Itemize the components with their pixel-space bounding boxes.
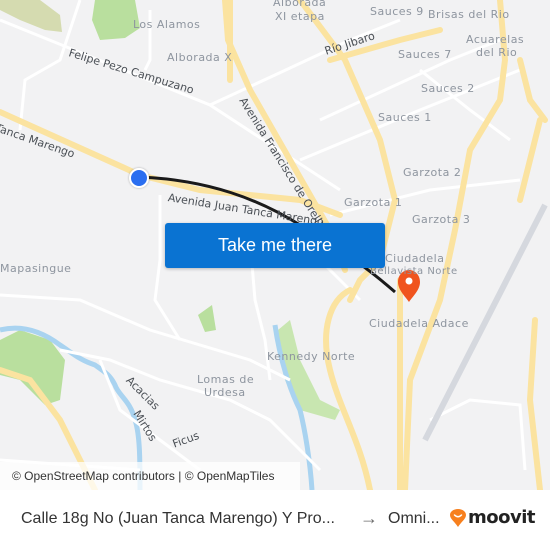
area-label-kennedy-norte: Kennedy Norte bbox=[267, 350, 356, 363]
area-label-brisas-del-rio: Brisas del Rio bbox=[428, 8, 510, 21]
area-label-ciudadela: Ciudadela bbox=[385, 252, 445, 265]
area-label-los-alamos: Los Alamos bbox=[133, 18, 201, 31]
map-view[interactable]: Los Alamos Alborada X Alborada XI etapa … bbox=[0, 0, 550, 490]
area-label-urdesa: Urdesa bbox=[204, 386, 246, 399]
origin-stop-name: Calle 18g No (Juan Tanca Marengo) Y Pro.… bbox=[21, 510, 335, 527]
origin-location-icon[interactable] bbox=[129, 168, 149, 188]
area-label-acuarelas: Acuarelas bbox=[466, 33, 525, 46]
route-footer: Calle 18g No (Juan Tanca Marengo) Y Pro.… bbox=[0, 490, 550, 550]
area-label-sauces-1: Sauces 1 bbox=[378, 111, 432, 124]
area-label-mapasingue: Mapasingue bbox=[0, 262, 72, 275]
area-label-sauces-7: Sauces 7 bbox=[398, 48, 452, 61]
area-label-alborada-xi: Alborada bbox=[273, 0, 327, 9]
map-attribution[interactable]: © OpenStreetMap contributors | © OpenMap… bbox=[0, 462, 300, 490]
area-label-garzota-1: Garzota 1 bbox=[344, 196, 403, 209]
area-label-ciudadela-adace: Ciudadela Adace bbox=[369, 317, 469, 330]
area-label-lomas-de: Lomas de bbox=[197, 373, 255, 386]
destination-name: Omni... bbox=[388, 510, 440, 527]
arrow-right-icon: → bbox=[360, 508, 378, 528]
area-label-alborada-x: Alborada X bbox=[167, 51, 233, 64]
park-area bbox=[198, 305, 216, 332]
area-label-sauces-2: Sauces 2 bbox=[421, 82, 475, 95]
area-label-del-rio: del Rio bbox=[476, 46, 518, 59]
area-label-sauces-9: Sauces 9 bbox=[370, 5, 424, 18]
area-label-garzota-3: Garzota 3 bbox=[412, 213, 471, 226]
moovit-logo[interactable]: moovit bbox=[450, 507, 536, 528]
moovit-pin-icon bbox=[450, 508, 466, 527]
moovit-wordmark: moovit bbox=[468, 507, 536, 528]
take-me-there-button[interactable]: Take me there bbox=[165, 223, 385, 268]
area-label-garzota-2: Garzota 2 bbox=[403, 166, 462, 179]
area-label-alborada-xi-etapa: XI etapa bbox=[275, 10, 325, 23]
park-area bbox=[0, 0, 62, 32]
